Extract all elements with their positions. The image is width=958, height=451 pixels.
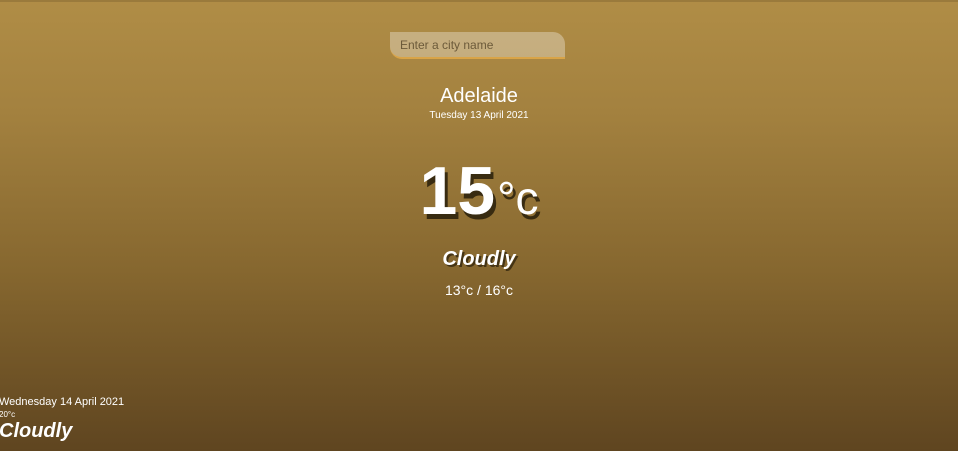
weather-condition: Cloudly [442,248,516,270]
city-name: Adelaide [440,85,518,107]
low-high-temperature: 13°c / 16°c [444,282,513,298]
city-search-input[interactable] [390,32,565,59]
temperature-unit: °c [497,172,539,224]
forecast-temperature: 20°c [0,410,16,419]
temperature-value: 15 [419,153,496,229]
forecast-condition: Cloudly [0,420,73,442]
forecast-item: Wednesday 14 April 2021 20°c Cloudly [0,396,124,442]
top-edge-line [0,0,958,2]
current-date: Tuesday 13 April 2021 [429,110,529,121]
location-block: Adelaide Tuesday 13 April 2021 [0,85,958,123]
forecast-date: Wednesday 14 April 2021 [0,396,125,408]
current-temperature: 15°c [0,152,958,230]
